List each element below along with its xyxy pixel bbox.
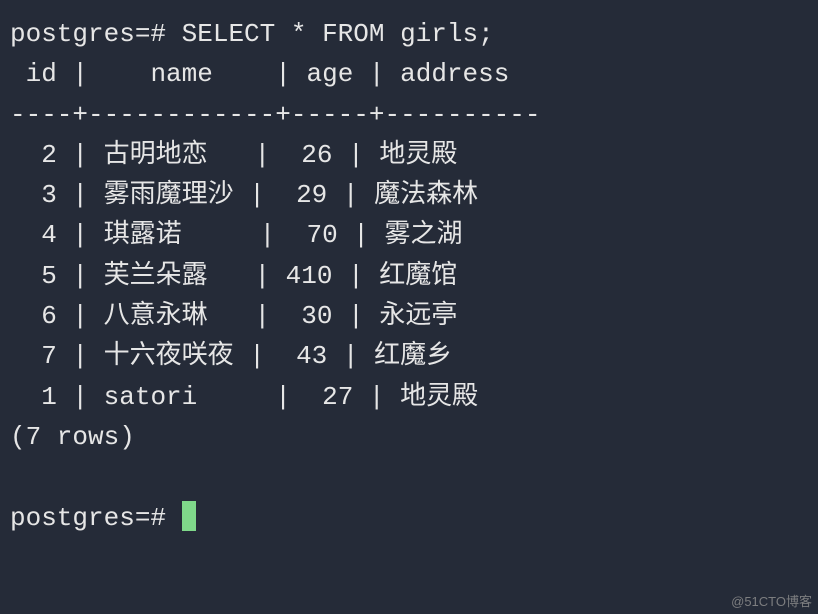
sql-query: SELECT * FROM girls; xyxy=(182,19,494,49)
col-header-name: name xyxy=(150,59,212,89)
table-separator: ----+------------+-----+---------- xyxy=(10,100,541,130)
col-header-id: id xyxy=(26,59,57,89)
table-row: 1 | satori | 27 | 地灵殿 xyxy=(10,382,478,412)
terminal-output: postgres=# SELECT * FROM girls; id | nam… xyxy=(0,0,818,552)
cursor-icon[interactable] xyxy=(182,501,196,531)
sql-prompt: postgres=# xyxy=(10,503,166,533)
table-row: 7 | 十六夜咲夜 | 43 | 红魔乡 xyxy=(10,341,452,371)
table-row: 3 | 雾雨魔理沙 | 29 | 魔法森林 xyxy=(10,180,478,210)
watermark-text: @51CTO博客 xyxy=(731,591,812,610)
table-row: 5 | 芙兰朵露 | 410 | 红魔馆 xyxy=(10,261,457,291)
col-header-age: age xyxy=(307,59,354,89)
table-row: 6 | 八意永琳 | 30 | 永远亭 xyxy=(10,301,457,331)
table-row: 2 | 古明地恋 | 26 | 地灵殿 xyxy=(10,140,457,170)
sql-prompt: postgres=# xyxy=(10,19,166,49)
row-count: (7 rows) xyxy=(10,422,135,452)
table-row: 4 | 琪露诺 | 70 | 雾之湖 xyxy=(10,220,463,250)
col-header-address: address xyxy=(400,59,509,89)
